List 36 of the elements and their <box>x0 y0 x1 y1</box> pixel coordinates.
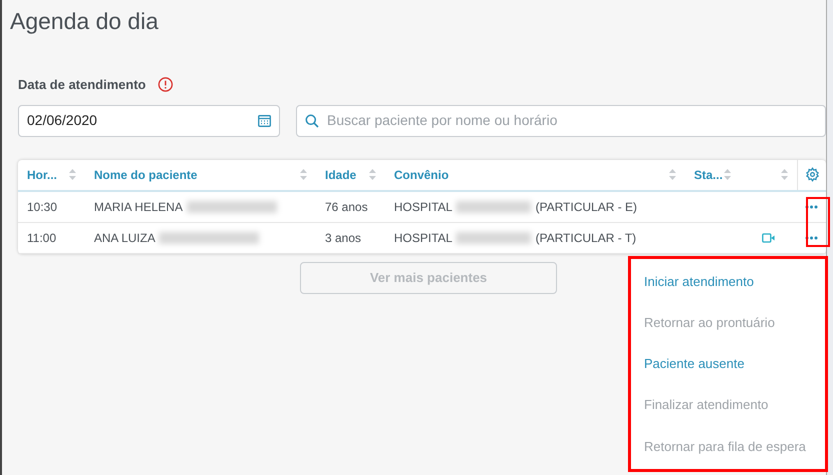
column-header[interactable]: Hor... <box>27 166 58 184</box>
sort-icon[interactable] <box>781 169 788 180</box>
insurer-name: HOSPITAL <box>394 198 452 216</box>
column-header[interactable]: Idade <box>325 166 356 184</box>
sort-icon[interactable] <box>300 169 307 180</box>
highlight-frame <box>806 197 830 247</box>
column-header[interactable]: Convênio <box>394 166 449 184</box>
warning-icon <box>158 77 173 92</box>
age-cell: 76 anos <box>325 200 368 214</box>
more-options-icon[interactable] <box>805 236 818 240</box>
sort-icon[interactable] <box>669 169 676 180</box>
sort-icon[interactable] <box>69 169 76 180</box>
video-camera-icon[interactable] <box>762 232 775 242</box>
insurer-name: HOSPITAL <box>394 230 452 246</box>
sort-icon[interactable] <box>369 169 376 180</box>
time-cell: 10:30 <box>27 200 58 214</box>
sort-icon[interactable] <box>724 169 731 180</box>
insurance-plan: (PARTICULAR - T) <box>535 230 636 246</box>
age-cell: 3 anos <box>325 230 362 244</box>
time-cell: 11:00 <box>27 230 56 244</box>
column-header[interactable]: Nome do paciente <box>94 166 198 184</box>
page-title: Agenda do dia <box>10 7 160 35</box>
insurance-plan: (PARTICULAR - E) <box>535 198 638 216</box>
settings-icon[interactable] <box>804 167 820 182</box>
patient-name: ANA LUIZA <box>94 230 156 246</box>
date-field[interactable]: 02/06/2020 <box>18 104 280 136</box>
calendar-icon[interactable] <box>258 114 271 127</box>
menu-item[interactable]: Iniciar atendimento <box>631 261 825 302</box>
date-label: Data de atendimento <box>18 76 146 94</box>
menu-item[interactable]: Paciente ausente <box>631 343 825 385</box>
more-options-icon[interactable] <box>805 204 818 208</box>
search-input[interactable]: Buscar paciente por nome ou horário <box>327 110 817 131</box>
column-header[interactable]: Sta... <box>694 166 723 184</box>
search-field[interactable]: Buscar paciente por nome ou horário <box>296 104 826 136</box>
patient-name: MARIA HELENA <box>94 198 183 216</box>
search-icon <box>305 114 319 128</box>
